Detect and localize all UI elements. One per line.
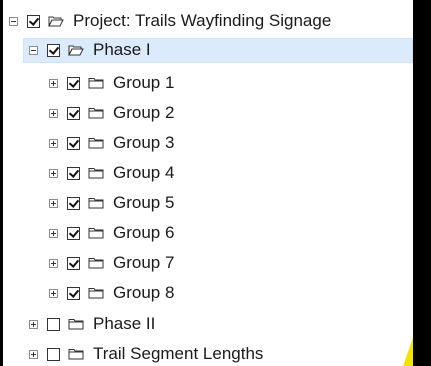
folder-icon bbox=[88, 287, 104, 299]
open-folder-icon bbox=[68, 44, 84, 56]
collapse-icon[interactable] bbox=[29, 45, 38, 55]
tree-node-group-2[interactable]: Group 2 bbox=[3, 99, 413, 127]
project-label: Project: Trails Wayfinding Signage bbox=[73, 11, 332, 30]
group-6-label: Group 6 bbox=[113, 223, 175, 242]
group-8-label: Group 8 bbox=[113, 283, 175, 302]
phase-2-label: Phase II bbox=[93, 314, 156, 333]
phase-1-label: Phase I bbox=[93, 40, 151, 59]
group-2-checkbox[interactable] bbox=[67, 106, 80, 120]
group-6-checkbox[interactable] bbox=[67, 226, 80, 240]
expand-icon[interactable] bbox=[49, 78, 58, 88]
tree-node-project[interactable]: Project: Trails Wayfinding Signage bbox=[3, 7, 413, 35]
folder-icon bbox=[88, 257, 104, 269]
tree-node-group-1[interactable]: Group 1 bbox=[3, 69, 413, 97]
group-5-checkbox[interactable] bbox=[67, 196, 80, 210]
collapse-icon[interactable] bbox=[9, 16, 18, 26]
expand-icon[interactable] bbox=[49, 168, 58, 178]
group-5-label: Group 5 bbox=[113, 193, 175, 212]
folder-icon bbox=[68, 348, 84, 360]
folder-icon bbox=[88, 197, 104, 209]
group-4-label: Group 4 bbox=[113, 163, 175, 182]
expand-icon[interactable] bbox=[29, 319, 38, 329]
expand-icon[interactable] bbox=[49, 228, 58, 238]
expand-icon[interactable] bbox=[49, 198, 58, 208]
group-7-checkbox[interactable] bbox=[67, 256, 80, 270]
group-1-checkbox[interactable] bbox=[67, 76, 80, 90]
expand-icon[interactable] bbox=[49, 138, 58, 148]
expand-icon[interactable] bbox=[49, 258, 58, 268]
trail-segment-lengths-checkbox[interactable] bbox=[47, 347, 60, 361]
tree-node-group-6[interactable]: Group 6 bbox=[3, 219, 413, 247]
group-4-checkbox[interactable] bbox=[67, 166, 80, 180]
open-folder-icon bbox=[48, 15, 64, 27]
folder-icon bbox=[88, 227, 104, 239]
folder-icon bbox=[88, 107, 104, 119]
tree-node-group-4[interactable]: Group 4 bbox=[3, 159, 413, 187]
tree-node-group-5[interactable]: Group 5 bbox=[3, 189, 413, 217]
expand-icon[interactable] bbox=[29, 349, 38, 359]
phase-1-checkbox[interactable] bbox=[47, 43, 60, 57]
tree-node-group-3[interactable]: Group 3 bbox=[3, 129, 413, 157]
group-3-label: Group 3 bbox=[113, 133, 175, 152]
group-8-checkbox[interactable] bbox=[67, 286, 80, 300]
trail-segment-lengths-label: Trail Segment Lengths bbox=[93, 344, 264, 363]
group-2-label: Group 2 bbox=[113, 103, 175, 122]
tree-node-trail-segment-lengths[interactable]: Trail Segment Lengths bbox=[3, 340, 413, 366]
project-checkbox[interactable] bbox=[27, 14, 40, 28]
phase-2-checkbox[interactable] bbox=[47, 317, 60, 331]
tree-node-group-7[interactable]: Group 7 bbox=[3, 249, 413, 277]
expand-icon[interactable] bbox=[49, 288, 58, 298]
group-1-label: Group 1 bbox=[113, 73, 175, 92]
expand-icon[interactable] bbox=[49, 108, 58, 118]
tree-node-phase-2[interactable]: Phase II bbox=[3, 310, 413, 338]
tree-node-group-8[interactable]: Group 8 bbox=[3, 279, 413, 307]
folder-icon bbox=[88, 77, 104, 89]
group-3-checkbox[interactable] bbox=[67, 136, 80, 150]
group-7-label: Group 7 bbox=[113, 253, 175, 272]
corner-accent bbox=[403, 338, 413, 366]
tree-node-phase-1[interactable]: Phase I bbox=[3, 36, 413, 64]
layer-tree-panel: Project: Trails Wayfinding Signage Phase… bbox=[3, 0, 413, 366]
folder-icon bbox=[88, 167, 104, 179]
folder-icon bbox=[68, 318, 84, 330]
folder-icon bbox=[88, 137, 104, 149]
